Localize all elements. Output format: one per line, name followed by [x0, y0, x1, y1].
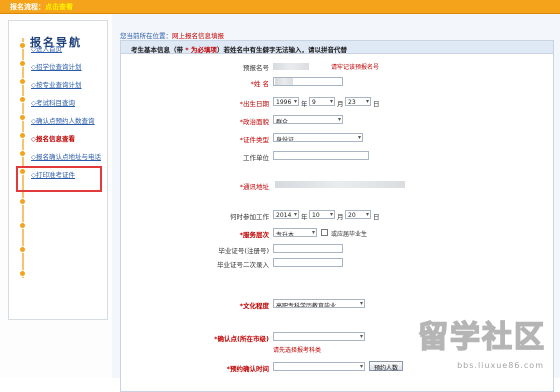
fresh-grad-label: 或应届毕业生 — [331, 231, 368, 238]
timeline-dot — [19, 198, 26, 205]
birth-year-select[interactable]: 1996 — [273, 97, 299, 106]
form-header-text: 考生基本信息（带 — [131, 46, 183, 54]
location-current: 网上报名信息填报 — [172, 32, 224, 40]
birth-month-select[interactable]: 9 — [309, 97, 335, 106]
form-header-note: ）若姓名中有生僻字无法输入，请以拼音代替 — [216, 46, 347, 54]
location-label: 您当前所在位置： — [120, 32, 172, 40]
timeline-dot — [19, 78, 26, 85]
year-unit: 年 — [301, 213, 308, 221]
day-unit: 日 — [373, 100, 380, 108]
confirm-point-hint: 请先选择报考科类 — [273, 347, 322, 354]
signup-no-label: 预报名号 — [243, 64, 269, 72]
grad-cert-confirm-input[interactable] — [273, 258, 343, 267]
politics-select[interactable]: 群众 — [273, 115, 343, 124]
booking-time-select[interactable] — [273, 362, 365, 371]
work-day-select[interactable]: 20 — [345, 210, 371, 219]
education-label: *文化程度 — [239, 302, 269, 310]
idtype-label: *证件类型 — [239, 136, 269, 144]
name-value — [275, 78, 293, 85]
work-month-select[interactable]: 10 — [309, 210, 335, 219]
timeline-dot — [19, 150, 26, 157]
grad-cert-input[interactable] — [273, 244, 343, 253]
nav-item-plan-by-degree[interactable]: ◇招学位查询计划 — [31, 61, 82, 71]
timeline-dot — [19, 132, 26, 139]
month-unit: 月 — [337, 100, 344, 108]
timeline-dot — [19, 42, 26, 49]
nav-item-home[interactable]: ◇进入首页 — [31, 43, 62, 53]
politics-label: *政治面貌 — [239, 118, 269, 126]
birth-day-select[interactable]: 23 — [345, 97, 371, 106]
birth-label: *出生日期 — [239, 100, 269, 108]
address-label: *通讯地址 — [239, 183, 269, 191]
timeline-dot — [19, 270, 26, 277]
process-bar: 报名流程：点击查看 — [0, 0, 560, 14]
process-link[interactable]: 点击查看 — [45, 3, 73, 11]
grad-cert-label: 毕业证号(注册号) — [218, 247, 269, 255]
timeline-dot — [19, 60, 26, 67]
workunit-label: 工作单位 — [243, 154, 269, 162]
signup-no-hint: 请牢记该预报名号 — [331, 64, 380, 71]
signup-no-value — [273, 63, 309, 70]
nav-item-subject-query[interactable]: ◇考试科目查询 — [31, 97, 75, 107]
service-level-label: *服务层次 — [239, 231, 269, 239]
idtype-select[interactable]: 身份证 — [273, 133, 363, 142]
fresh-grad-checkbox[interactable] — [321, 229, 328, 236]
process-breadcrumb: 报名流程：点击查看 — [10, 2, 73, 12]
timeline-dot — [19, 246, 26, 253]
timeline-dot — [19, 114, 26, 121]
timeline-dot — [19, 96, 26, 103]
sidebar: 报名导航 ◇进入首页 ◇招学位查询计划 ◇按专业查询计划 ◇考试科目查询 ◇确认… — [0, 14, 112, 378]
highlight-box — [16, 166, 102, 192]
name-label: *姓 名 — [250, 80, 269, 88]
month-unit: 月 — [337, 213, 344, 221]
nav-item-plan-by-major[interactable]: ◇按专业查询计划 — [31, 79, 82, 89]
education-select[interactable]: 高职专科学历教育毕业 — [273, 299, 365, 308]
day-unit: 日 — [373, 213, 380, 221]
year-unit: 年 — [301, 100, 308, 108]
form-header: 考生基本信息（带 * 为必填项）若姓名中有生僻字无法输入，请以拼音代替 — [121, 41, 553, 54]
grad-cert-confirm-label: 毕业证号二次录入 — [217, 261, 269, 269]
confirm-point-label: *确认点(所在市级) — [214, 335, 269, 343]
address-value — [275, 181, 405, 188]
booking-count-button[interactable]: 预约人数 — [369, 361, 404, 372]
work-year-select[interactable]: 2014 — [273, 210, 299, 219]
confirm-point-select[interactable] — [273, 332, 365, 341]
nav-item-confirm-address[interactable]: ◇报名确认点地址与电话 — [31, 151, 101, 161]
watermark-logo: 留学社区 — [417, 319, 546, 356]
workunit-input[interactable] — [273, 151, 369, 160]
timeline-dot — [19, 222, 26, 229]
service-level-select[interactable]: 专升本 — [273, 228, 317, 237]
process-label: 报名流程： — [10, 3, 45, 11]
booking-time-label: *预约确认时间 — [226, 365, 269, 373]
watermark-url: bbs.liuxue86.com — [457, 361, 544, 370]
work-time-label: 何时参加工作 — [230, 213, 269, 221]
nav-item-signup-info[interactable]: ◇报名信息查看 — [31, 133, 75, 143]
location-breadcrumb: 您当前所在位置：网上报名信息填报 — [120, 30, 224, 40]
form-header-required: * 为必填项 — [183, 46, 217, 54]
nav-item-booking-query[interactable]: ◇确认点预约人数查询 — [31, 115, 95, 125]
nav-timeline — [22, 38, 24, 278]
